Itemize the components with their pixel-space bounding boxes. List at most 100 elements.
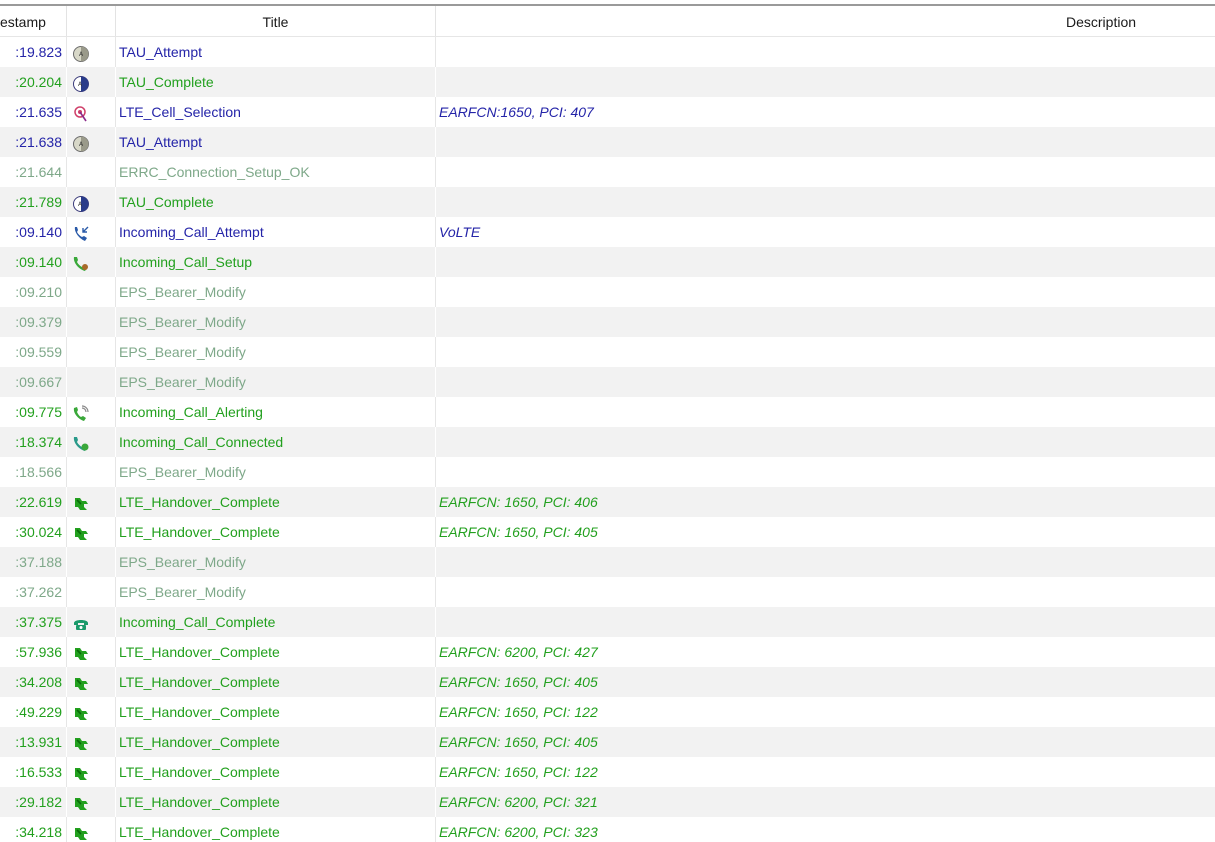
description-cell: [439, 427, 1199, 457]
column-header-description[interactable]: Description: [436, 6, 1215, 36]
title-cell: TAU_Complete: [119, 74, 214, 90]
cell-divider: [115, 517, 116, 547]
cell-divider: [435, 547, 436, 577]
icon-cell: [66, 607, 114, 637]
description-cell: [439, 577, 1199, 607]
cell-divider: [115, 367, 116, 397]
icon-cell: A: [66, 127, 114, 157]
table-row[interactable]: :21.635 LTE_Cell_Selection EARFCN:1650, P…: [0, 97, 1215, 127]
table-row[interactable]: :09.140 Incoming_Call_Attempt VoLTE: [0, 217, 1215, 247]
icon-cell: [66, 277, 114, 307]
table-row[interactable]: :34.218 LTE_Handover_Complete EARFCN: 620…: [0, 817, 1215, 842]
timestamp-cell: :21.638: [15, 134, 62, 150]
cell-divider: [435, 247, 436, 277]
column-header-icon[interactable]: [67, 6, 115, 36]
title-cell: LTE_Handover_Complete: [119, 644, 280, 660]
table-row[interactable]: :37.262 EPS_Bearer_Modify: [0, 577, 1215, 607]
table-row[interactable]: :09.559 EPS_Bearer_Modify: [0, 337, 1215, 367]
title-cell: LTE_Handover_Complete: [119, 794, 280, 810]
timestamp-cell: :57.936: [15, 644, 62, 660]
timestamp-cell: :16.533: [15, 764, 62, 780]
table-row[interactable]: :19.823 A TAU_Attempt: [0, 37, 1215, 67]
title-cell: EPS_Bearer_Modify: [119, 464, 246, 480]
column-header-title[interactable]: Title: [116, 6, 435, 36]
cell-divider: [435, 757, 436, 787]
title-cell: LTE_Handover_Complete: [119, 674, 280, 690]
timestamp-cell: :09.559: [15, 344, 62, 360]
timestamp-cell: :37.375: [15, 614, 62, 630]
cell-divider: [115, 487, 116, 517]
description-cell: [439, 547, 1199, 577]
cell-divider: [115, 67, 116, 97]
table-row[interactable]: :20.204 A TAU_Complete: [0, 67, 1215, 97]
cell-divider: [115, 187, 116, 217]
table-row[interactable]: :18.566 EPS_Bearer_Modify: [0, 457, 1215, 487]
table-row[interactable]: :30.024 LTE_Handover_Complete EARFCN: 165…: [0, 517, 1215, 547]
cell-divider: [115, 577, 116, 607]
timestamp-cell: :34.218: [15, 824, 62, 840]
timestamp-cell: :34.208: [15, 674, 62, 690]
timestamp-cell: :19.823: [15, 44, 62, 60]
table-row[interactable]: :09.379 EPS_Bearer_Modify: [0, 307, 1215, 337]
description-cell: [439, 607, 1199, 637]
table-row[interactable]: :09.140 Incoming_Call_Setup: [0, 247, 1215, 277]
table-row[interactable]: :34.208 LTE_Handover_Complete EARFCN: 165…: [0, 667, 1215, 697]
table-row[interactable]: :37.188 EPS_Bearer_Modify: [0, 547, 1215, 577]
cell-divider: [115, 457, 116, 487]
handover-icon: [72, 823, 90, 841]
table-row[interactable]: :16.533 LTE_Handover_Complete EARFCN: 165…: [0, 757, 1215, 787]
table-row[interactable]: :49.229 LTE_Handover_Complete EARFCN: 165…: [0, 697, 1215, 727]
table-row[interactable]: :21.638 A TAU_Attempt: [0, 127, 1215, 157]
title-cell: LTE_Handover_Complete: [119, 734, 280, 750]
description-cell: EARFCN: 1650, PCI: 122: [439, 764, 598, 780]
cell-divider: [435, 457, 436, 487]
tau-complete-icon: A: [72, 73, 90, 92]
table-row[interactable]: :22.619 LTE_Handover_Complete EARFCN: 165…: [0, 487, 1215, 517]
handover-icon: [72, 523, 90, 541]
title-cell: Incoming_Call_Attempt: [119, 224, 264, 240]
icon-cell: [66, 637, 114, 667]
timestamp-cell: :09.775: [15, 404, 62, 420]
icon-cell: [66, 667, 114, 697]
icon-cell: [66, 727, 114, 757]
tau-complete-icon: A: [72, 193, 90, 212]
column-header-timestamp[interactable]: estamp: [0, 6, 62, 36]
cell-divider: [435, 817, 436, 842]
description-cell: EARFCN: 1650, PCI: 405: [439, 524, 598, 540]
cell-divider: [435, 577, 436, 607]
description-cell: EARFCN: 6200, PCI: 427: [439, 644, 598, 660]
cell-divider: [115, 217, 116, 247]
cell-divider: [435, 697, 436, 727]
cell-divider: [115, 427, 116, 457]
cell-divider: [115, 787, 116, 817]
cell-divider: [115, 97, 116, 127]
call-connected-icon: [72, 433, 90, 451]
cell-divider: [435, 217, 436, 247]
table-row[interactable]: :18.374 Incoming_Call_Connected: [0, 427, 1215, 457]
icon-cell: [66, 367, 114, 397]
description-cell: [439, 127, 1199, 157]
handover-icon: [72, 793, 90, 811]
icon-cell: A: [66, 67, 114, 97]
column-header-timestamp-label: estamp: [0, 14, 46, 30]
table-row[interactable]: :21.644 ERRC_Connection_Setup_OK: [0, 157, 1215, 187]
description-cell: EARFCN: 1650, PCI: 406: [439, 494, 598, 510]
description-cell: [439, 157, 1199, 187]
table-row[interactable]: :09.775 Incoming_Call_Alerting: [0, 397, 1215, 427]
cell-divider: [115, 547, 116, 577]
table-row[interactable]: :21.789 A TAU_Complete: [0, 187, 1215, 217]
table-row[interactable]: :09.210 EPS_Bearer_Modify: [0, 277, 1215, 307]
cell-divider: [115, 37, 116, 67]
timestamp-cell: :37.188: [15, 554, 62, 570]
cell-divider: [435, 637, 436, 667]
table-row[interactable]: :57.936 LTE_Handover_Complete EARFCN: 620…: [0, 637, 1215, 667]
table-row[interactable]: :29.182 LTE_Handover_Complete EARFCN: 620…: [0, 787, 1215, 817]
cell-divider: [115, 667, 116, 697]
timestamp-cell: :09.210: [15, 284, 62, 300]
timestamp-cell: :09.379: [15, 314, 62, 330]
table-row[interactable]: :09.667 EPS_Bearer_Modify: [0, 367, 1215, 397]
table-row[interactable]: :13.931 LTE_Handover_Complete EARFCN: 165…: [0, 727, 1215, 757]
title-cell: LTE_Cell_Selection: [119, 104, 241, 120]
table-row[interactable]: :37.375 Incoming_Call_Complete: [0, 607, 1215, 637]
column-header-description-label: Description: [1066, 14, 1137, 30]
